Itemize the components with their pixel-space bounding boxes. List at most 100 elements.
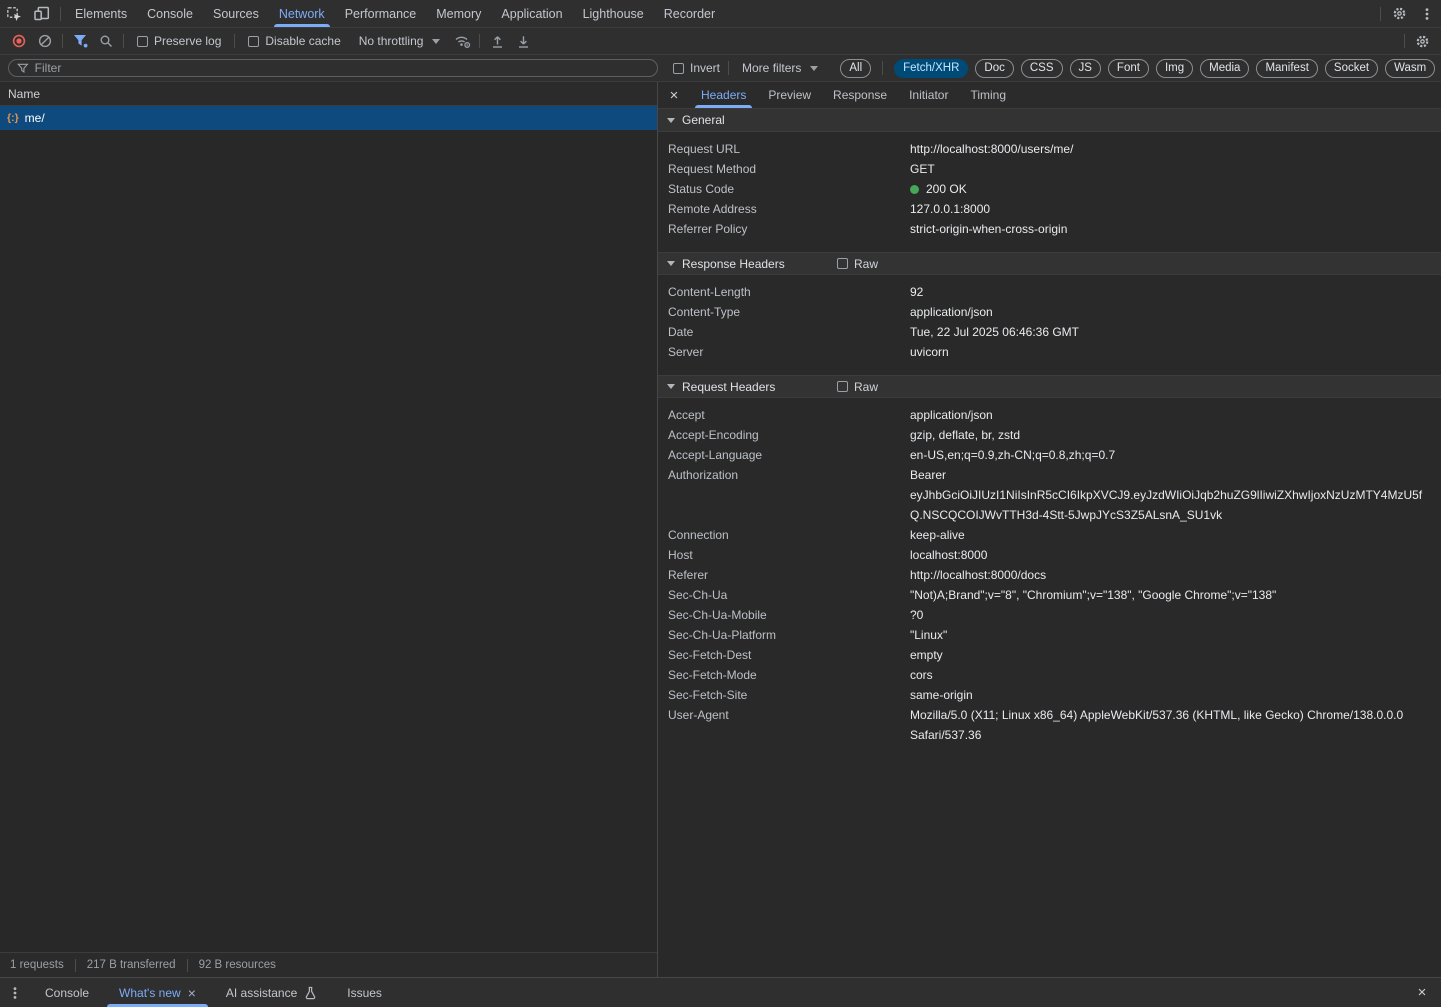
filter-chip-manifest[interactable]: Manifest [1256, 59, 1317, 78]
section-request-headers: Request HeadersRawAcceptapplication/json… [658, 375, 1441, 758]
tab-lighthouse[interactable]: Lighthouse [573, 0, 654, 27]
filter-chip-img[interactable]: Img [1156, 59, 1193, 78]
drawer-more-tools-button[interactable] [0, 978, 30, 1007]
raw-checkbox[interactable] [837, 258, 848, 269]
header-value: gzip, deflate, br, zstd [910, 425, 1441, 445]
tab-bar-spacer [725, 0, 1376, 27]
funnel-icon [17, 63, 29, 74]
raw-label: Raw [854, 257, 878, 271]
invert-checkbox[interactable] [673, 63, 684, 74]
detail-tab-timing[interactable]: Timing [959, 82, 1017, 108]
preserve-log-checkbox[interactable] [137, 36, 148, 47]
raw-toggle[interactable]: Raw [837, 380, 878, 394]
close-details-button[interactable]: × [658, 82, 690, 108]
summary-item: 1 requests [10, 959, 75, 971]
disclosure-triangle-icon [667, 261, 675, 266]
detail-tab-preview[interactable]: Preview [757, 82, 822, 108]
inspect-element-button[interactable] [0, 0, 28, 27]
close-drawer-button[interactable]: × [1403, 978, 1441, 1007]
filter-chip-doc[interactable]: Doc [975, 59, 1013, 78]
tab-console[interactable]: Console [137, 0, 203, 27]
record-network-log-button[interactable] [6, 30, 32, 52]
tab-sources[interactable]: Sources [203, 0, 269, 27]
filter-chip-font[interactable]: Font [1108, 59, 1149, 78]
drawer-tab-label: What's new [119, 986, 181, 1000]
header-value: 92 [910, 282, 1441, 302]
tab-network[interactable]: Network [269, 0, 335, 27]
header-row: Sec-Fetch-Sitesame-origin [658, 685, 1441, 705]
header-name: Connection [658, 525, 910, 545]
raw-label: Raw [854, 380, 878, 394]
request-name: me/ [25, 111, 45, 125]
detail-tab-initiator[interactable]: Initiator [898, 82, 959, 108]
drawer-tab-issues[interactable]: Issues [332, 978, 397, 1007]
throttling-select[interactable]: No throttling [359, 34, 441, 48]
device-toolbar-button[interactable] [28, 0, 56, 27]
disable-cache-checkbox[interactable] [248, 36, 259, 47]
export-har-button[interactable] [510, 30, 536, 52]
header-name: Content-Length [658, 282, 910, 302]
network-main: Name {:}me/ 1 requests217 B transferred 9… [0, 82, 1441, 977]
filter-chip-all[interactable]: All [840, 59, 871, 78]
raw-toggle[interactable]: Raw [837, 257, 878, 271]
device-toolbar-icon [34, 6, 50, 21]
more-options-button[interactable] [1413, 0, 1441, 27]
header-rows: Request URLhttp://localhost:8000/users/m… [658, 132, 1441, 252]
search-network-button[interactable] [93, 30, 119, 52]
tab-elements[interactable]: Elements [65, 0, 137, 27]
filter-chip-wasm[interactable]: Wasm [1385, 59, 1435, 78]
settings-button[interactable] [1385, 0, 1413, 27]
header-name: Accept [658, 405, 910, 425]
network-conditions-button[interactable] [449, 30, 475, 52]
drawer-tab-console[interactable]: Console [30, 978, 104, 1007]
header-value: http://localhost:8000/docs [910, 565, 1441, 585]
summary-item: 217 B transferred [76, 959, 187, 971]
detail-tab-headers[interactable]: Headers [690, 82, 757, 108]
more-filters-dropdown[interactable]: More filters [742, 61, 818, 75]
tab-recorder[interactable]: Recorder [654, 0, 725, 27]
header-name: User-Agent [658, 705, 910, 745]
header-value: en-US,en;q=0.9,zh-CN;q=0.8,zh;q=0.7 [910, 445, 1441, 465]
preserve-log-toggle[interactable]: Preserve log [137, 34, 221, 48]
gear-icon [1415, 34, 1430, 49]
filter-chip-js[interactable]: JS [1070, 59, 1101, 78]
raw-checkbox[interactable] [837, 381, 848, 392]
panel-tab-strip: ElementsConsoleSourcesNetworkPerformance… [65, 0, 725, 27]
tab-performance[interactable]: Performance [335, 0, 427, 27]
disable-cache-label: Disable cache [265, 34, 340, 48]
drawer-tab-ai-assistance[interactable]: AI assistance [211, 978, 332, 1007]
network-toolbar: Preserve log Disable cache No throttling [0, 28, 1441, 55]
close-tab-icon[interactable]: × [188, 985, 196, 1001]
header-value: Mozilla/5.0 (X11; Linux x86_64) AppleWeb… [910, 705, 1441, 745]
clear-network-log-button[interactable] [32, 30, 58, 52]
resource-type-chips: All Fetch/XHR Doc CSS JS Font Img Media Manifest… [840, 59, 1441, 78]
header-value: localhost:8000 [910, 545, 1441, 565]
section-general: General Request URLhttp://localhost:8000/… [658, 109, 1441, 252]
invert-filter-toggle[interactable]: Invert [673, 61, 720, 75]
tab-memory[interactable]: Memory [426, 0, 491, 27]
header-row: Accept-Languageen-US,en;q=0.9,zh-CN;q=0.… [658, 445, 1441, 465]
header-row: Request URLhttp://localhost:8000/users/m… [658, 139, 1441, 159]
request-row[interactable]: {:}me/ [0, 106, 657, 130]
network-settings-button[interactable] [1409, 30, 1435, 52]
filter-chip-socket[interactable]: Socket [1325, 59, 1378, 78]
filter-toggle-button[interactable] [67, 30, 93, 52]
tab-application[interactable]: Application [491, 0, 572, 27]
filter-input-wrapper[interactable] [8, 59, 658, 77]
detail-tab-strip: HeadersPreviewResponseInitiatorTiming [690, 82, 1017, 108]
section-header[interactable]: Response HeadersRaw [658, 252, 1441, 275]
disable-cache-toggle[interactable]: Disable cache [248, 34, 340, 48]
section-header[interactable]: General [658, 109, 1441, 132]
header-row: Sec-Ch-Ua"Not)A;Brand";v="8", "Chromium"… [658, 585, 1441, 605]
filter-chip-media[interactable]: Media [1200, 59, 1249, 78]
header-name: Date [658, 322, 910, 342]
filter-chip-css[interactable]: CSS [1021, 59, 1063, 78]
name-column-header[interactable]: Name [0, 82, 657, 106]
detail-tab-response[interactable]: Response [822, 82, 898, 108]
search-icon [99, 34, 113, 48]
filter-chip-fetch-xhr[interactable]: Fetch/XHR [894, 59, 968, 78]
section-header[interactable]: Request HeadersRaw [658, 375, 1441, 398]
filter-input[interactable] [35, 61, 649, 75]
import-har-button[interactable] [484, 30, 510, 52]
drawer-tab-what-s-new[interactable]: What's new × [104, 978, 211, 1007]
